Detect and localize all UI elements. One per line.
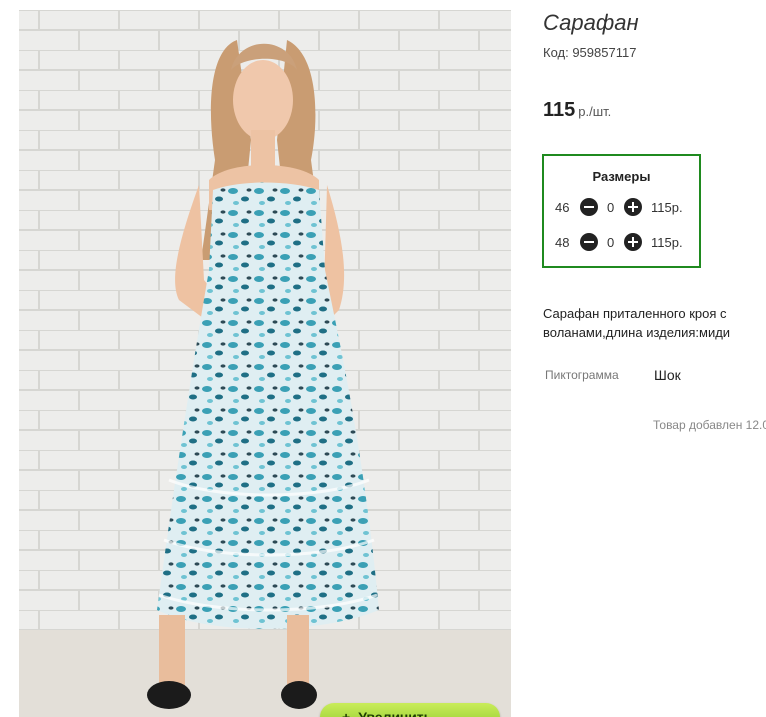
product-description: Сарафан приталенного кроя с воланами,дли…: [543, 306, 731, 340]
product-code: Код: 959857117: [543, 45, 637, 60]
size-row: 46 0 115р.: [544, 198, 699, 218]
minus-icon[interactable]: [580, 198, 598, 216]
plus-icon: +: [342, 709, 351, 717]
size-row: 48 0 115р.: [544, 233, 699, 253]
size-price: 115р.: [651, 235, 683, 250]
product-photo-image: [19, 10, 511, 717]
zoom-button[interactable]: + Увеличить: [320, 703, 500, 717]
plus-icon[interactable]: [624, 233, 642, 251]
quantity-value: 0: [607, 235, 615, 250]
size-value: 48: [555, 235, 570, 250]
pictogram-label: Пиктограмма: [545, 368, 619, 382]
minus-icon[interactable]: [580, 233, 598, 251]
quantity-value: 0: [607, 200, 615, 215]
price-unit: р./шт.: [578, 104, 612, 119]
product-photo[interactable]: [19, 10, 511, 717]
product-page: + Увеличить Сарафан Код: 959857117 115 р./…: [0, 0, 766, 717]
plus-icon[interactable]: [624, 198, 642, 216]
pictogram-value: Шок: [654, 367, 681, 383]
price-amount: 115: [543, 99, 576, 121]
size-value: 46: [555, 200, 570, 215]
size-price: 115р.: [651, 200, 683, 215]
product-price: 115 р./шт.: [543, 99, 611, 122]
added-date: Товар добавлен 12.0: [653, 418, 766, 432]
sizes-title: Размеры: [592, 169, 651, 184]
sizes-box: Размеры 46 0 115р. 48 0 115р.: [542, 154, 701, 268]
product-title: Сарафан: [543, 10, 639, 35]
zoom-button-label: Увеличить: [358, 709, 433, 717]
